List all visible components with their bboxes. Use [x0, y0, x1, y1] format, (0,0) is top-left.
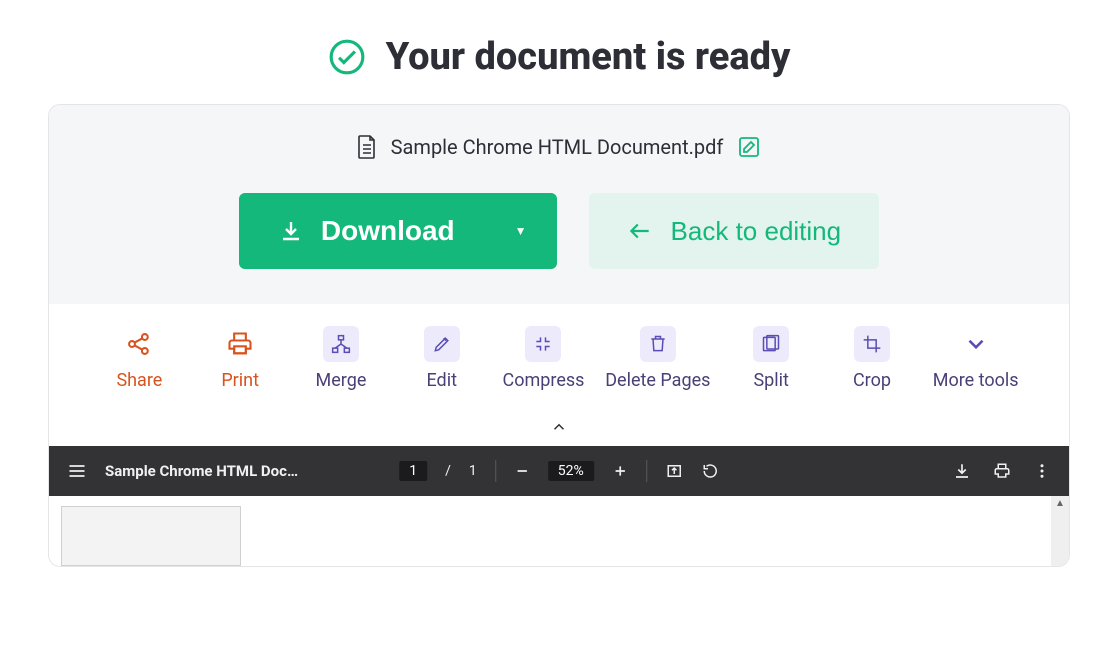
- zoom-level-input[interactable]: 52%: [548, 461, 594, 481]
- separator: [646, 460, 647, 482]
- print-icon: [993, 462, 1011, 480]
- print-icon: [226, 330, 254, 358]
- viewer-download-button[interactable]: [953, 462, 971, 480]
- check-circle-icon: [328, 38, 366, 76]
- page-current-input[interactable]: 1: [399, 461, 427, 481]
- download-icon: [279, 219, 303, 243]
- fit-icon: [665, 462, 683, 480]
- edit-label: Edit: [426, 370, 456, 392]
- page-thumbnail[interactable]: [61, 506, 241, 566]
- separator: [495, 460, 496, 482]
- delete-pages-label: Delete Pages: [605, 370, 710, 392]
- back-label: Back to editing: [671, 216, 842, 247]
- more-tools-button[interactable]: More tools: [933, 326, 1019, 392]
- compress-icon: [533, 334, 553, 354]
- viewer-menu-button[interactable]: [67, 461, 87, 481]
- viewer-print-button[interactable]: [993, 462, 1011, 480]
- page-total: 1: [469, 463, 477, 479]
- download-button[interactable]: Download ▼: [239, 193, 557, 269]
- print-button[interactable]: Print: [200, 326, 280, 392]
- split-label: Split: [753, 370, 788, 392]
- card-top: Sample Chrome HTML Document.pdf Download…: [49, 105, 1069, 304]
- document-icon: [357, 135, 377, 159]
- print-label: Print: [221, 370, 259, 392]
- minus-icon: [514, 463, 530, 479]
- viewer-right-controls: [953, 462, 1051, 480]
- merge-label: Merge: [316, 370, 367, 392]
- share-button[interactable]: Share: [99, 326, 179, 392]
- pencil-square-icon: [737, 135, 761, 159]
- compress-label: Compress: [503, 370, 585, 392]
- fit-page-button[interactable]: [665, 462, 683, 480]
- edit-filename-button[interactable]: [737, 135, 761, 159]
- rotate-icon: [701, 462, 719, 480]
- viewer-center-controls: 1 / 1 52%: [399, 460, 719, 482]
- download-label: Download: [321, 215, 455, 247]
- primary-actions: Download ▼ Back to editing: [49, 193, 1069, 269]
- tools-toolbar: Share Print Merge Edit Compress Delete P…: [49, 304, 1069, 414]
- plus-icon: [612, 463, 628, 479]
- result-card: Sample Chrome HTML Document.pdf Download…: [48, 104, 1070, 567]
- split-button[interactable]: Split: [731, 326, 811, 392]
- merge-icon: [331, 334, 351, 354]
- compress-button[interactable]: Compress: [503, 326, 585, 392]
- share-icon: [125, 330, 153, 358]
- edit-button[interactable]: Edit: [402, 326, 482, 392]
- scrollbar[interactable]: ▲: [1051, 496, 1069, 566]
- delete-pages-button[interactable]: Delete Pages: [605, 326, 710, 392]
- crop-icon: [862, 334, 882, 354]
- more-vertical-icon: [1033, 462, 1051, 480]
- filename-text: Sample Chrome HTML Document.pdf: [391, 135, 724, 159]
- pdf-viewer-body: ▲: [49, 496, 1069, 566]
- crop-button[interactable]: Crop: [832, 326, 912, 392]
- scroll-up-icon: ▲: [1055, 498, 1065, 509]
- crop-label: Crop: [853, 370, 891, 392]
- collapse-row: [49, 414, 1069, 446]
- download-icon: [953, 462, 971, 480]
- filename-row: Sample Chrome HTML Document.pdf: [49, 135, 1069, 159]
- zoom-out-button[interactable]: [514, 463, 530, 479]
- trash-icon: [648, 334, 668, 354]
- chevron-down-icon: [963, 331, 989, 357]
- viewer-doc-title: Sample Chrome HTML Doc…: [105, 462, 298, 480]
- page-header: Your document is ready: [0, 0, 1118, 104]
- pdf-viewer-toolbar: Sample Chrome HTML Doc… 1 / 1 52%: [49, 446, 1069, 496]
- viewer-more-button[interactable]: [1033, 462, 1051, 480]
- arrow-left-icon: [627, 218, 653, 244]
- page-title: Your document is ready: [386, 35, 791, 79]
- zoom-in-button[interactable]: [612, 463, 628, 479]
- page-separator: /: [445, 463, 451, 479]
- share-label: Share: [116, 370, 162, 392]
- hamburger-icon: [67, 461, 87, 481]
- chevron-up-icon: [547, 418, 571, 436]
- merge-button[interactable]: Merge: [301, 326, 381, 392]
- more-tools-label: More tools: [933, 370, 1019, 392]
- back-to-editing-button[interactable]: Back to editing: [589, 193, 880, 269]
- collapse-toolbar-button[interactable]: [547, 418, 571, 436]
- caret-down-icon: ▼: [505, 224, 527, 238]
- rotate-button[interactable]: [701, 462, 719, 480]
- pencil-icon: [432, 334, 452, 354]
- split-icon: [761, 334, 781, 354]
